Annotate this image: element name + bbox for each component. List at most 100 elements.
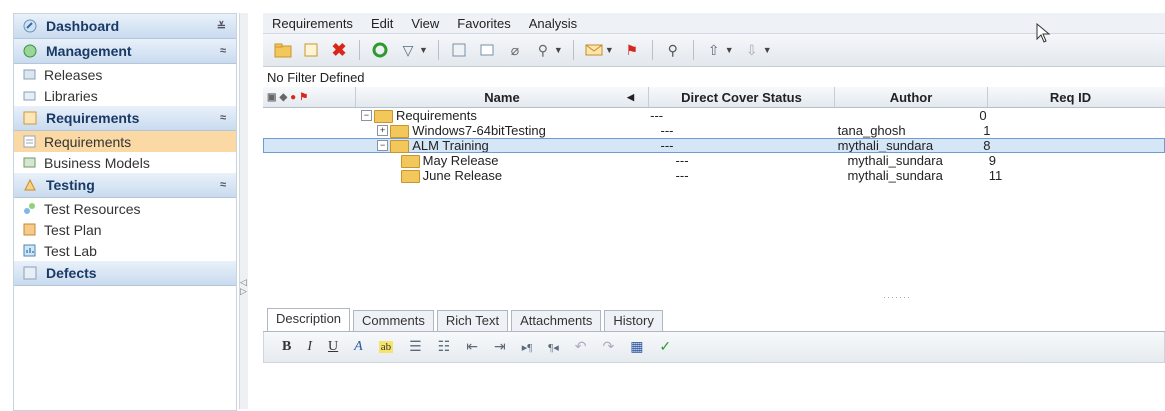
- tab-rich-text[interactable]: Rich Text: [436, 310, 509, 331]
- sidebar-item-test-plan[interactable]: Test Plan: [14, 219, 236, 240]
- row-author: mythali_sundara: [837, 138, 934, 153]
- filter-icon[interactable]: ▽: [399, 41, 417, 59]
- bullet-list-icon[interactable]: ☰: [409, 339, 422, 356]
- sidebar-group-management[interactable]: Management ≈: [14, 39, 236, 64]
- table-row[interactable]: June Release --- mythali_sundara 11: [263, 168, 1165, 183]
- menu-view[interactable]: View: [402, 16, 448, 31]
- business-models-icon: [22, 155, 37, 170]
- font-color-icon[interactable]: A: [354, 339, 363, 355]
- indent-icon[interactable]: ⇥: [494, 339, 506, 356]
- sidebar-item-requirements[interactable]: Requirements: [14, 131, 236, 152]
- sidebar-item-label: Test Plan: [44, 221, 102, 238]
- filter-dropdown-icon[interactable]: ▼: [419, 45, 428, 55]
- tab-comments[interactable]: Comments: [353, 310, 434, 331]
- test-resources-icon: [22, 201, 37, 216]
- sidebar-group-requirements[interactable]: Requirements ≈: [14, 106, 236, 131]
- tab-history[interactable]: History: [604, 310, 663, 331]
- sidebar-item-test-resources[interactable]: Test Resources: [14, 198, 236, 219]
- sidebar-item-business-models[interactable]: Business Models: [14, 152, 236, 173]
- test-lab-icon: [22, 243, 37, 258]
- sidebar-group-defects[interactable]: Defects: [14, 261, 236, 286]
- folder-icon: [400, 155, 420, 168]
- row-req-id: 11: [988, 168, 1003, 183]
- column-header-direct-cover-status[interactable]: Direct Cover Status: [649, 87, 835, 107]
- table-icon[interactable]: ▦: [630, 339, 643, 356]
- rtl-icon[interactable]: ¶◂: [548, 341, 559, 354]
- collapse-icon[interactable]: ≈: [220, 179, 226, 191]
- mail-dropdown-icon[interactable]: ▼: [605, 45, 614, 55]
- spell-check-icon[interactable]: ✓: [659, 339, 671, 356]
- mail-icon[interactable]: [585, 41, 603, 59]
- table-row[interactable]: May Release --- mythali_sundara 9: [263, 153, 1165, 168]
- move-down-dropdown-icon[interactable]: ▼: [763, 45, 772, 55]
- collapse-icon[interactable]: −: [377, 140, 389, 151]
- menu-requirements[interactable]: Requirements: [263, 16, 362, 31]
- underline-icon[interactable]: U: [328, 339, 338, 355]
- new-requirement-icon[interactable]: [302, 41, 320, 59]
- delete-icon[interactable]: ✖: [330, 40, 348, 60]
- row-cover-status: ---: [650, 108, 664, 123]
- italic-icon[interactable]: I: [307, 339, 312, 355]
- collapse-icon[interactable]: ≈: [220, 45, 226, 57]
- refresh-icon[interactable]: [371, 41, 389, 59]
- panel-splitter[interactable]: ◁ ▷: [239, 13, 248, 409]
- new-folder-icon[interactable]: [274, 41, 292, 59]
- sidebar-item-releases[interactable]: Releases: [14, 64, 236, 85]
- highlight-icon[interactable]: ab: [378, 341, 394, 353]
- alert-column-icon[interactable]: ●: [290, 92, 296, 103]
- table-row[interactable]: − Requirements --- 0: [263, 108, 1165, 123]
- flag-column-icon[interactable]: ⚑: [299, 92, 308, 103]
- releases-icon: [22, 67, 37, 82]
- mouse-cursor-icon: [1036, 22, 1052, 46]
- column-header-name[interactable]: Name ◀: [356, 87, 649, 107]
- menu-edit[interactable]: Edit: [362, 16, 402, 31]
- row-name: Windows7-64bitTesting: [412, 123, 546, 138]
- column-header-req-id[interactable]: Req ID: [988, 87, 1153, 107]
- find-icon[interactable]: ⚲: [664, 41, 682, 59]
- outdent-icon[interactable]: ⇤: [466, 339, 478, 356]
- row-req-id: 0: [979, 108, 987, 123]
- sidebar-item-test-lab[interactable]: Test Lab: [14, 240, 236, 261]
- redo-icon[interactable]: ↷: [602, 339, 614, 356]
- flag-icon[interactable]: ⚑: [623, 41, 641, 59]
- move-down-icon[interactable]: ⇩: [743, 41, 761, 59]
- tab-description[interactable]: Description: [267, 308, 351, 331]
- move-up-icon[interactable]: ⇧: [705, 41, 723, 59]
- row-author: [827, 108, 976, 123]
- menu-analysis[interactable]: Analysis: [520, 16, 586, 31]
- column-header-author[interactable]: Author: [835, 87, 988, 107]
- splitter-arrows-icon[interactable]: ◁ ▷: [240, 278, 247, 296]
- attachment-column-icon[interactable]: ▣: [267, 92, 276, 103]
- ltr-icon[interactable]: ▸¶: [522, 341, 533, 354]
- sidebar-item-label: Test Resources: [44, 200, 141, 217]
- sidebar-item-libraries[interactable]: Libraries: [14, 85, 236, 106]
- expand-icon[interactable]: +: [377, 125, 389, 136]
- collapse-icon[interactable]: ≚: [217, 20, 226, 33]
- folder-icon: [390, 125, 410, 138]
- testing-icon: [22, 177, 38, 193]
- collapse-icon[interactable]: ≈: [220, 112, 226, 124]
- menubar: Requirements Edit View Favorites Analysi…: [263, 13, 1165, 34]
- sidebar-group-dashboard[interactable]: Dashboard ≚: [14, 14, 236, 39]
- table-row[interactable]: + Windows7-64bitTesting --- tana_ghosh 1: [263, 123, 1165, 138]
- attach-icon[interactable]: ⌀: [506, 41, 524, 59]
- table-row-selected[interactable]: − ALM Training --- mythali_sundara 8: [263, 138, 1165, 153]
- zoom-icon[interactable]: ⚲: [534, 41, 552, 59]
- pane-resize-handle[interactable]: ·······: [883, 292, 911, 302]
- collapse-icon[interactable]: −: [360, 110, 372, 121]
- move-up-dropdown-icon[interactable]: ▼: [725, 45, 734, 55]
- zoom-dropdown-icon[interactable]: ▼: [554, 45, 563, 55]
- undo-icon[interactable]: ↶: [575, 339, 587, 356]
- lock-column-icon[interactable]: ◆: [279, 92, 287, 103]
- menu-favorites[interactable]: Favorites: [448, 16, 519, 31]
- row-cover-status: ---: [675, 168, 689, 183]
- details-icon[interactable]: [478, 41, 496, 59]
- numbered-list-icon[interactable]: ☷: [438, 339, 451, 356]
- bold-icon[interactable]: B: [282, 339, 291, 355]
- tab-attachments[interactable]: Attachments: [511, 310, 602, 331]
- header-icons: ▣ ◆ ● ⚑: [263, 87, 356, 107]
- details-tabs: Description Comments Rich Text Attachmen…: [263, 308, 1165, 332]
- view-tree-icon[interactable]: [450, 41, 468, 59]
- sidebar-group-testing[interactable]: Testing ≈: [14, 173, 236, 198]
- grid-header: ▣ ◆ ● ⚑ Name ◀ Direct Cover Status Autho…: [263, 87, 1165, 108]
